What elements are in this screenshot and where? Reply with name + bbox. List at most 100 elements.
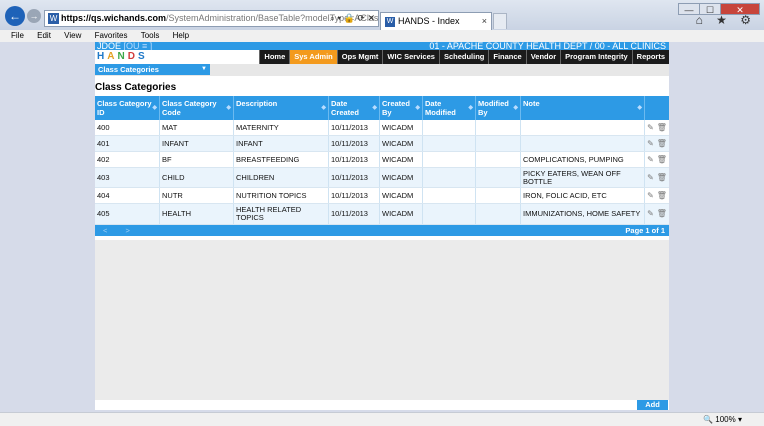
sub-toolbar: Class Categories ▼ xyxy=(95,64,669,76)
table-cell: 10/11/2013 xyxy=(329,120,380,135)
row-actions: ✎ 🗑 xyxy=(645,204,669,224)
edit-icon[interactable]: ✎ xyxy=(647,139,654,148)
sort-icon: ◆ xyxy=(637,105,642,111)
nav-bar: HANDS Home Sys Admin Ops Mgmt WIC Servic… xyxy=(95,50,669,64)
edit-icon[interactable]: ✎ xyxy=(647,173,654,182)
window-controls: — ☐ ✕ xyxy=(678,0,760,15)
hands-logo: HANDS xyxy=(97,51,148,62)
edit-icon[interactable]: ✎ xyxy=(647,191,654,200)
tab-close-icon[interactable]: × xyxy=(482,13,487,29)
table-cell: WICADM xyxy=(380,168,423,187)
table-cell: WICADM xyxy=(380,120,423,135)
category-dropdown[interactable]: Class Categories ▼ xyxy=(95,64,210,75)
row-actions: ✎ 🗑 xyxy=(645,168,669,187)
grid-body: 400 MAT MATERNITY 10/11/2013 WICADM ✎ 🗑 401 INFA… xyxy=(95,120,669,225)
table-cell: 10/11/2013 xyxy=(329,188,380,203)
tab-favicon-icon: W xyxy=(385,16,395,27)
table-row[interactable]: 404 NUTR NUTRITION TOPICS 10/11/2013 WICADM I… xyxy=(95,188,669,204)
address-tools[interactable]: ⌕ ▾ 🔒 ⟳ ✕ xyxy=(330,11,375,26)
forward-button[interactable]: → xyxy=(27,9,41,23)
back-button[interactable]: ← xyxy=(5,6,25,26)
table-cell: BF xyxy=(160,152,234,167)
table-row[interactable]: 405 HEALTH HEALTH RELATED TOPICS 10/11/2013… xyxy=(95,204,669,225)
table-cell: CHILD xyxy=(160,168,234,187)
edit-icon[interactable]: ✎ xyxy=(647,210,654,218)
nav-finance[interactable]: Finance xyxy=(488,50,525,64)
table-cell xyxy=(476,204,521,224)
table-cell: INFANT xyxy=(234,136,329,151)
row-actions: ✎ 🗑 xyxy=(645,152,669,167)
sort-icon: ◆ xyxy=(152,105,157,111)
delete-icon[interactable]: 🗑 xyxy=(657,139,667,148)
edit-icon[interactable]: ✎ xyxy=(647,123,654,132)
col-header-date-created[interactable]: Date Created ◆ xyxy=(329,96,380,120)
col-header-date-modified[interactable]: Date Modified ◆ xyxy=(423,96,476,120)
col-header-actions xyxy=(645,96,669,120)
nav-reports[interactable]: Reports xyxy=(631,50,669,64)
nav-scheduling[interactable]: Scheduling xyxy=(438,50,488,64)
table-cell: 10/11/2013 xyxy=(329,168,380,187)
table-cell: PICKY EATERS, WEAN OFF BOTTLE xyxy=(521,168,645,187)
delete-icon[interactable]: 🗑 xyxy=(657,155,667,164)
col-header-id[interactable]: Class Category ID ◆ xyxy=(95,96,160,120)
browser-window: ← → Whttps://qs.wichands.com/SystemAdmin… xyxy=(0,0,764,426)
sort-icon: ◆ xyxy=(321,105,326,111)
row-actions: ✎ 🗑 xyxy=(645,120,669,135)
table-row[interactable]: 402 BF BREASTFEEDING 10/11/2013 WICADM COMPLI… xyxy=(95,152,669,168)
table-cell: BREASTFEEDING xyxy=(234,152,329,167)
nav-sys-admin[interactable]: Sys Admin xyxy=(289,50,337,64)
browser-chrome: ← → Whttps://qs.wichands.com/SystemAdmin… xyxy=(0,0,764,30)
table-row[interactable]: 401 INFANT INFANT 10/11/2013 WICADM ✎ 🗑 xyxy=(95,136,669,152)
table-cell: 404 xyxy=(95,188,160,203)
nav-vendor[interactable]: Vendor xyxy=(525,50,560,64)
table-cell: 402 xyxy=(95,152,160,167)
table-cell: 405 xyxy=(95,204,160,224)
row-actions: ✎ 🗑 xyxy=(645,136,669,151)
grid-pager: < > Page 1 of 1 xyxy=(95,225,669,236)
col-header-note[interactable]: Note ◆ xyxy=(521,96,645,120)
home-favorites-settings-icons[interactable]: ⌂ ★ ⚙ xyxy=(696,13,756,27)
table-cell xyxy=(423,152,476,167)
table-cell: NUTR xyxy=(160,188,234,203)
web-page: JDOE [OU ≡ ] 01 - APACHE COUNTY HEALTH D… xyxy=(95,42,669,410)
edit-icon[interactable]: ✎ xyxy=(647,155,654,164)
menu-file[interactable]: File xyxy=(11,30,24,42)
table-row[interactable]: 400 MAT MATERNITY 10/11/2013 WICADM ✎ 🗑 xyxy=(95,120,669,136)
sort-icon: ◆ xyxy=(513,105,518,111)
col-header-description[interactable]: Description ◆ xyxy=(234,96,329,120)
table-cell xyxy=(476,152,521,167)
nav-home[interactable]: Home xyxy=(259,50,289,64)
menu-help[interactable]: Help xyxy=(173,30,189,42)
sort-icon: ◆ xyxy=(226,105,231,111)
table-cell xyxy=(521,120,645,135)
address-bar[interactable]: Whttps://qs.wichands.com/SystemAdministr… xyxy=(44,10,379,27)
add-button[interactable]: Add xyxy=(637,400,668,410)
menu-edit[interactable]: Edit xyxy=(37,30,51,42)
chevron-down-icon: ▼ xyxy=(201,66,207,72)
page-indicator: Page 1 of 1 xyxy=(625,226,665,235)
nav-wic-services[interactable]: WIC Services xyxy=(382,50,439,64)
col-header-modified-by[interactable]: Modified By ◆ xyxy=(476,96,521,120)
delete-icon[interactable]: 🗑 xyxy=(657,173,667,182)
browser-tab[interactable]: W HANDS - Index × xyxy=(380,12,492,30)
zoom-level[interactable]: 🔍 100% ▾ xyxy=(703,413,742,426)
pager-arrows[interactable]: < > xyxy=(103,225,138,236)
nav-ops-mgmt[interactable]: Ops Mgmt xyxy=(336,50,383,64)
col-header-code[interactable]: Class Category Code ◆ xyxy=(160,96,234,120)
table-cell: 403 xyxy=(95,168,160,187)
col-header-created-by[interactable]: Created By ◆ xyxy=(380,96,423,120)
menu-view[interactable]: View xyxy=(64,30,81,42)
delete-icon[interactable]: 🗑 xyxy=(657,123,667,132)
new-tab-button[interactable] xyxy=(493,13,507,29)
main-nav: Home Sys Admin Ops Mgmt WIC Services Sch… xyxy=(259,50,669,64)
table-cell: COMPLICATIONS, PUMPING xyxy=(521,152,645,167)
nav-program-integrity[interactable]: Program Integrity xyxy=(560,50,632,64)
table-row[interactable]: 403 CHILD CHILDREN 10/11/2013 WICADM PICKY EA… xyxy=(95,168,669,188)
page-title: Class Categories xyxy=(95,82,177,93)
sort-icon: ◆ xyxy=(372,105,377,111)
top-info-bar: JDOE [OU ≡ ] 01 - APACHE COUNTY HEALTH D… xyxy=(95,42,669,51)
table-cell: INFANT xyxy=(160,136,234,151)
tab-title: HANDS - Index xyxy=(398,16,460,26)
delete-icon[interactable]: 🗑 xyxy=(657,191,667,200)
delete-icon[interactable]: 🗑 xyxy=(657,210,667,218)
